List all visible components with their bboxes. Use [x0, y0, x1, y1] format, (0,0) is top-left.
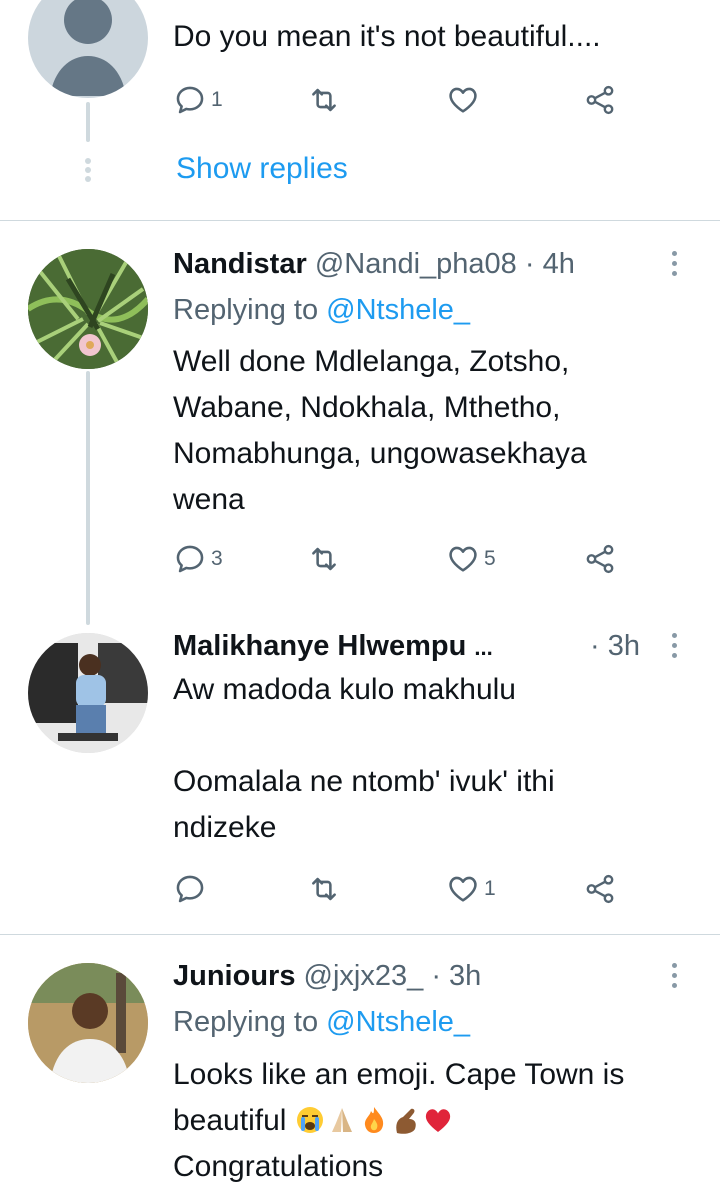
replying-handle-link[interactable]: @Ntshele_ — [326, 294, 470, 326]
share-icon — [583, 542, 617, 576]
display-name[interactable]: Nandistar — [173, 248, 307, 280]
like-button[interactable]: 1 — [446, 869, 496, 909]
avatar-juniours[interactable] — [28, 963, 148, 1083]
tweet-text: Aw madoda kulo makhulu Oomalala ne ntomb… — [173, 667, 673, 851]
reply-button[interactable] — [173, 869, 207, 909]
text-line: Looks like an emoji. Cape Town is — [173, 1058, 625, 1091]
fire-emoji — [364, 1107, 383, 1133]
tweet-header: Nandistar @Nandi_pha08 · 4h — [173, 247, 575, 281]
share-icon — [583, 83, 617, 117]
retweet-icon — [307, 872, 341, 906]
folded-hands-emoji — [331, 1108, 352, 1132]
display-name[interactable]: Juniours — [173, 960, 295, 992]
heart-icon — [446, 542, 480, 576]
user-handle[interactable]: @Nandi_pha08 — [315, 248, 517, 280]
retweet-button[interactable] — [307, 539, 341, 579]
tweet-3[interactable]: Malikhanye Hlwempu ... · 3h Aw madoda ku… — [0, 625, 720, 934]
text-line: Nomabhunga, ungowasekhaya — [173, 437, 587, 470]
share-button[interactable] — [583, 869, 617, 909]
tweet-actions: 1 — [173, 80, 653, 120]
text-line: Congratulations — [173, 1150, 384, 1183]
red-heart-emoji — [425, 1109, 450, 1132]
tweet-actions: 1 — [173, 869, 653, 909]
reply-count: 1 — [211, 88, 223, 111]
reply-count: 3 — [211, 547, 223, 570]
speech-bubble-icon — [173, 872, 207, 906]
tweet-text: Looks like an emoji. Cape Town is beauti… — [173, 1052, 693, 1190]
thread-line — [86, 371, 90, 625]
like-count: 5 — [484, 547, 496, 570]
plant-photo-avatar — [28, 249, 148, 369]
reply-button[interactable]: 1 — [173, 80, 223, 120]
share-button[interactable] — [583, 539, 617, 579]
thread-dot — [85, 158, 91, 164]
crying-face-emoji — [296, 1107, 323, 1133]
text-line — [173, 713, 673, 759]
replying-to: Replying to @Ntshele_ — [173, 293, 470, 327]
more-vertical-icon[interactable] — [668, 251, 680, 281]
text-line: beautiful — [173, 1098, 693, 1144]
replying-to: Replying to @Ntshele_ — [173, 1005, 470, 1039]
person-photo-avatar — [28, 963, 148, 1083]
text-line: ndizeke — [173, 811, 277, 844]
tweet-text: Well done Mdlelanga, Zotsho, Wabane, Ndo… — [173, 339, 673, 523]
text-line: Oomalala ne ntomb' ivuk' ithi — [173, 765, 555, 798]
speech-bubble-icon — [173, 542, 207, 576]
share-icon — [583, 872, 617, 906]
show-replies-link[interactable]: Show replies — [176, 152, 348, 186]
person-photo-avatar — [28, 633, 148, 753]
share-button[interactable] — [583, 80, 617, 120]
timestamp[interactable]: · 3h — [431, 960, 481, 992]
avatar-malikhanye[interactable] — [28, 633, 148, 753]
speech-bubble-icon — [173, 83, 207, 117]
tweet-1[interactable]: Do you mean it's not beautiful.... 1 Sho… — [0, 0, 720, 220]
heart-icon — [446, 83, 480, 117]
replying-label: Replying to — [173, 294, 319, 326]
display-name[interactable]: Malikhanye Hlwempu — [173, 630, 466, 662]
user-handle[interactable]: @jxjx23_ — [304, 960, 424, 992]
tweet-2[interactable]: Nandistar @Nandi_pha08 · 4h Replying to … — [0, 221, 720, 625]
replying-handle-link[interactable]: @Ntshele_ — [326, 1006, 470, 1038]
retweet-icon — [307, 542, 341, 576]
like-count: 1 — [484, 877, 496, 900]
tweet-4[interactable]: Juniours @jxjx23_ · 3h Replying to @Ntsh… — [0, 935, 720, 1186]
retweet-button[interactable] — [307, 869, 341, 909]
retweet-icon — [307, 83, 341, 117]
tweet-text: Do you mean it's not beautiful.... — [173, 20, 601, 53]
more-vertical-icon[interactable] — [668, 963, 680, 993]
person-silhouette-icon — [50, 0, 126, 96]
name-ellipsis: ... — [474, 635, 493, 660]
like-button[interactable]: 5 — [446, 539, 496, 579]
avatar-nandistar[interactable] — [28, 249, 148, 369]
text-line: Wabane, Ndokhala, Mthetho, — [173, 391, 561, 424]
thread-line — [86, 102, 90, 142]
tweet-header: Malikhanye Hlwempu ... — [173, 629, 493, 665]
retweet-button[interactable] — [307, 80, 341, 120]
text-line: Aw madoda kulo makhulu — [173, 673, 516, 706]
tweet-actions: 3 5 — [173, 539, 653, 579]
like-button[interactable] — [446, 80, 480, 120]
more-vertical-icon[interactable] — [668, 633, 680, 663]
thread-dot — [85, 176, 91, 182]
replying-label: Replying to — [173, 1006, 319, 1038]
heart-icon — [446, 872, 480, 906]
reply-button[interactable]: 3 — [173, 539, 223, 579]
text-line: Well done Mdlelanga, Zotsho, — [173, 345, 570, 378]
text-line: wena — [173, 483, 245, 516]
tweet-header: Juniours @jxjx23_ · 3h — [173, 959, 481, 993]
default-avatar[interactable] — [28, 0, 148, 98]
pinching-hand-emoji — [396, 1108, 416, 1134]
timestamp[interactable]: · 4h — [525, 248, 575, 280]
text-fragment: beautiful — [173, 1104, 287, 1137]
timestamp[interactable]: · 3h — [590, 629, 640, 663]
thread-dot — [85, 167, 91, 173]
